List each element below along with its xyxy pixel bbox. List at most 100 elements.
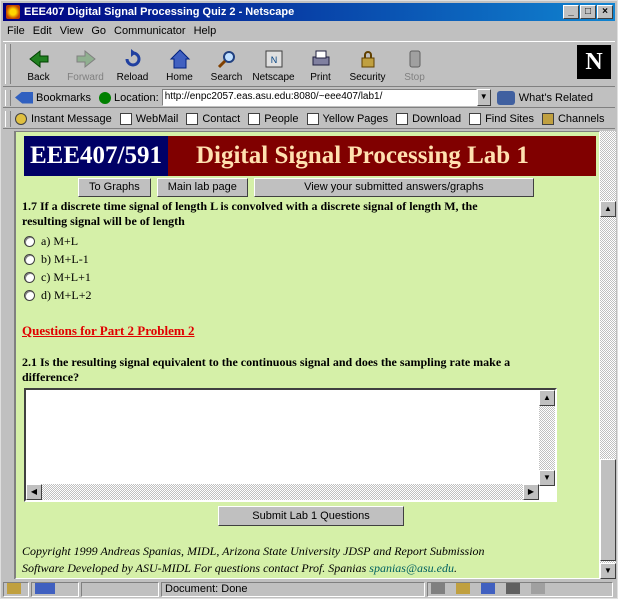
question-2-1: 2.1 Is the resulting signal equivalent t… [22, 355, 582, 385]
question-1-7-line-1: 1.7 If a discrete time signal of length … [22, 199, 478, 213]
menu-communicator[interactable]: Communicator [110, 25, 190, 37]
scroll-left-button[interactable]: ◀ [26, 484, 42, 500]
minimize-button[interactable]: _ [563, 5, 579, 19]
netscape-icon: N [265, 50, 282, 68]
bookmark-page-icon [186, 112, 199, 125]
print-button[interactable]: Print [297, 42, 344, 86]
netscape-button[interactable]: N Netscape [250, 42, 297, 86]
forward-button[interactable]: Forward [62, 42, 109, 86]
page-scroll-down-button[interactable]: ▼ [600, 563, 616, 579]
page-scroll-thumb[interactable] [600, 459, 616, 561]
stop-label: Stop [404, 72, 425, 83]
menu-file[interactable]: File [3, 25, 29, 37]
whats-related-label: What's Related [518, 91, 593, 104]
maximize-button[interactable]: □ [580, 5, 596, 19]
personal-find-sites[interactable]: Find Sites [469, 112, 534, 125]
option-d[interactable]: d) M+L+2 [24, 286, 92, 304]
personal-item-label: Download [412, 112, 462, 125]
netscape-label: Netscape [252, 72, 295, 83]
security-button[interactable]: Security [344, 42, 391, 86]
bookmark-page-icon [248, 112, 261, 125]
to-graphs-button[interactable]: To Graphs [78, 178, 151, 197]
menu-go[interactable]: Go [87, 25, 110, 37]
home-button[interactable]: Home [156, 42, 203, 86]
personal-webmail[interactable]: WebMail [119, 112, 179, 125]
composer-icon[interactable] [506, 583, 521, 594]
netscape-logo[interactable]: N [577, 45, 611, 79]
page-nav: To Graphs Main lab page View your submit… [78, 178, 534, 197]
bookmarks-label: Bookmarks [36, 91, 92, 104]
page-content: EEE407/591 Digital Signal Processing Lab… [15, 131, 600, 579]
menu-view[interactable]: View [56, 25, 88, 37]
stop-button[interactable]: Stop [391, 42, 438, 86]
textarea-vertical-scrollbar[interactable]: ▲ ▼ [539, 390, 555, 486]
personal-item-label: Instant Message [31, 112, 112, 125]
search-icon [217, 51, 235, 69]
page-scroll-up-button[interactable]: ▲ [600, 201, 616, 217]
menu-help[interactable]: Help [190, 25, 221, 37]
textarea-horizontal-scrollbar[interactable]: ◀ ▶ [26, 484, 539, 500]
title-bar: EEE407 Digital Signal Processing Quiz 2 … [3, 3, 615, 21]
search-button[interactable]: Search [203, 42, 250, 86]
home-icon [169, 49, 190, 69]
view-submitted-button[interactable]: View your submitted answers/graphs [253, 178, 534, 197]
back-button[interactable]: Back [15, 42, 62, 86]
personal-channels[interactable]: Channels [541, 112, 604, 125]
mail-icon[interactable] [456, 583, 471, 594]
page-vertical-scrollbar[interactable]: ▲ ▼ [600, 131, 616, 579]
personal-item-label: Find Sites [485, 112, 534, 125]
personal-download[interactable]: Download [396, 112, 462, 125]
location-grip[interactable] [5, 89, 11, 106]
question-2-1-line-2: difference? [22, 370, 80, 384]
personal-instant-message[interactable]: Instant Message [15, 112, 112, 125]
location-icon[interactable] [99, 91, 112, 104]
option-a[interactable]: a) M+L [24, 232, 92, 250]
scroll-down-button[interactable]: ▼ [539, 470, 555, 486]
location-label-group: Location: [99, 91, 159, 104]
personal-people[interactable]: People [248, 112, 299, 125]
personal-grip[interactable] [5, 110, 11, 127]
reload-button[interactable]: Reload [109, 42, 156, 86]
scroll-up-button[interactable]: ▲ [539, 390, 555, 406]
scroll-right-button[interactable]: ▶ [523, 484, 539, 500]
im-icon[interactable] [481, 583, 496, 594]
component-bar [427, 582, 613, 597]
submit-lab-button[interactable]: Submit Lab 1 Questions [218, 506, 404, 526]
copyright-line-1: Copyright 1999 Andreas Spanias, MIDL, Ar… [22, 544, 485, 558]
main-lab-page-button[interactable]: Main lab page [156, 178, 248, 197]
toolbar-grip[interactable] [5, 44, 11, 84]
connection-status [31, 582, 79, 597]
contact-email-link[interactable]: spanias@asu.edu [369, 561, 454, 575]
answer-textarea[interactable]: ▲ ▼ ◀ ▶ [24, 388, 557, 502]
reload-icon [125, 49, 140, 67]
url-dropdown-button[interactable]: ▼ [476, 89, 491, 106]
bookmark-page-icon [119, 112, 132, 125]
option-c[interactable]: c) M+L+1 [24, 268, 92, 286]
close-button[interactable]: × [597, 5, 613, 19]
radio-button[interactable] [24, 235, 35, 247]
window-title: EEE407 Digital Signal Processing Quiz 2 … [24, 6, 295, 18]
bookmarks-button[interactable]: Bookmarks [15, 91, 92, 104]
copyright-notice: Copyright 1999 Andreas Spanias, MIDL, Ar… [22, 543, 582, 577]
security-lock-icon [361, 51, 374, 68]
personal-yellow-pages[interactable]: Yellow Pages [306, 112, 388, 125]
radio-button[interactable] [24, 289, 35, 301]
whats-related-button[interactable]: What's Related [496, 90, 593, 105]
menu-edit[interactable]: Edit [29, 25, 56, 37]
part-2-problem-2-link[interactable]: Questions for Part 2 Problem 2 [22, 323, 194, 339]
edit-icon[interactable] [531, 583, 546, 594]
navigator-icon[interactable] [431, 583, 445, 594]
radio-button[interactable] [24, 253, 35, 265]
personal-item-label: WebMail [135, 112, 179, 125]
personal-contact[interactable]: Contact [186, 112, 240, 125]
url-field[interactable]: http://enpc2057.eas.asu.edu:8080/~eee407… [161, 89, 477, 106]
progress-bar [81, 582, 159, 597]
sidebar-tab[interactable] [3, 131, 15, 579]
menu-bar: File Edit View Go Communicator Help [3, 22, 220, 39]
bookmark-page-icon [306, 112, 319, 125]
radio-button[interactable] [24, 271, 35, 283]
option-b[interactable]: b) M+L-1 [24, 250, 92, 268]
location-label: Location: [114, 91, 159, 104]
security-status[interactable] [3, 582, 29, 597]
copyright-line-2: Software Developed by ASU-MIDL For quest… [22, 560, 582, 577]
